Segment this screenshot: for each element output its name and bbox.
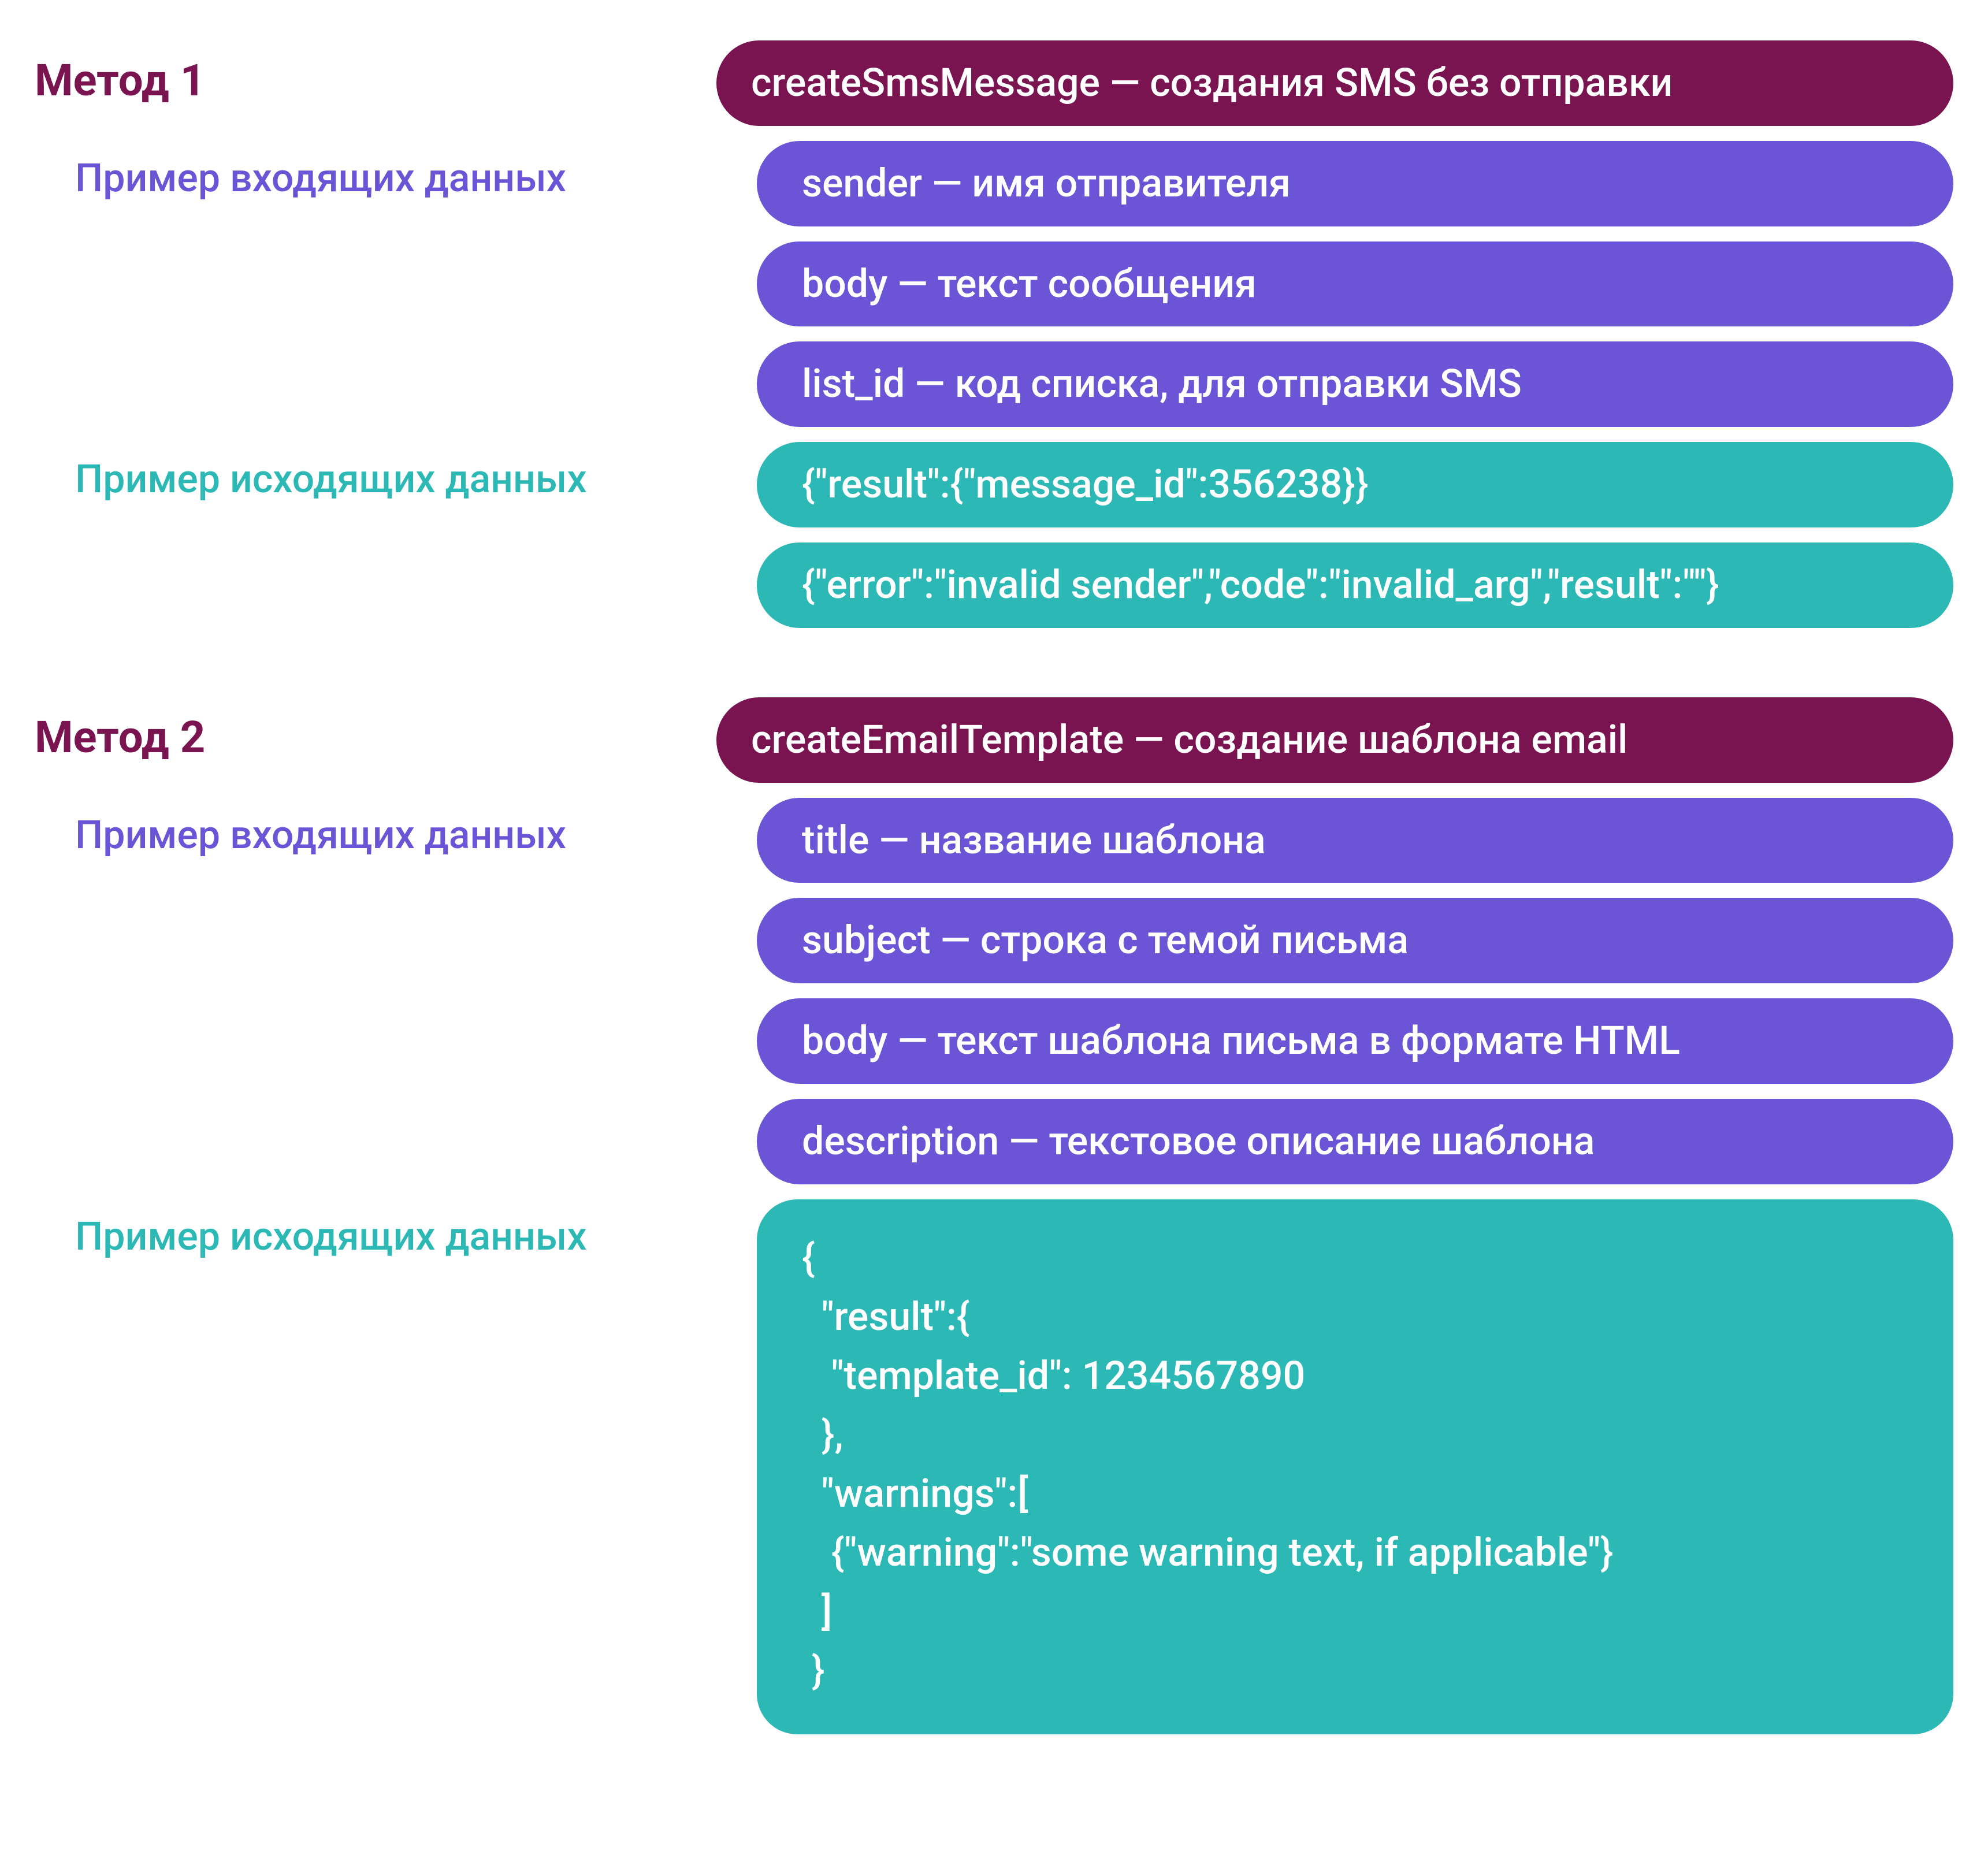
input-param-pill: body — текст сообщения [757,241,1953,327]
method-title-cell: createSmsMessage — создания SMS без отпр… [716,40,1953,126]
method-input-row: Пример входящих данных sender — имя отпр… [35,141,1953,427]
output-label: Пример исходящих данных [35,456,716,502]
output-example-block: { "result":{ "template_id": 1234567890 }… [757,1199,1953,1734]
method-block-1: Метод 1 createSmsMessage — создания SMS … [35,40,1953,628]
input-label: Пример входящих данных [35,812,716,858]
method-block-2: Метод 2 createEmailTemplate — создание ш… [35,697,1953,1734]
input-label: Пример входящих данных [35,155,716,201]
output-label-cell: Пример исходящих данных [35,1199,716,1259]
method-heading-cell: Метод 2 [35,697,716,763]
input-param-pill: subject — строка с темой письма [757,898,1953,983]
output-label-cell: Пример исходящих данных [35,442,716,502]
method-output-row: Пример исходящих данных {"result":{"mess… [35,442,1953,628]
method-output-row: Пример исходящих данных { "result":{ "te… [35,1199,1953,1734]
method-title-pill: createEmailTemplate — создание шаблона e… [716,697,1953,783]
output-pills-cell: {"result":{"message_id":356238}} {"error… [716,442,1953,628]
input-param-pill: body — текст шаблона письма в формате HT… [757,998,1953,1084]
input-param-pill: sender — имя отправителя [757,141,1953,226]
method-title-cell: createEmailTemplate — создание шаблона e… [716,697,1953,783]
input-param-pill: list_id — код списка, для отправки SMS [757,341,1953,427]
method-title-row: Метод 2 createEmailTemplate — создание ш… [35,697,1953,783]
output-label: Пример исходящих данных [35,1213,716,1259]
output-example-pill: {"result":{"message_id":356238}} [757,442,1953,527]
input-param-pill: title — название шаблона [757,798,1953,883]
input-pills-cell: title — название шаблона subject — строк… [716,798,1953,1184]
input-param-pill: description — текстовое описание шаблона [757,1099,1953,1184]
input-label-cell: Пример входящих данных [35,798,716,858]
method-title-pill: createSmsMessage — создания SMS без отпр… [716,40,1953,126]
input-pills-cell: sender — имя отправителя body — текст со… [716,141,1953,427]
method-heading-cell: Метод 1 [35,40,716,106]
method-heading: Метод 1 [35,54,716,106]
output-block-cell: { "result":{ "template_id": 1234567890 }… [716,1199,1953,1734]
input-label-cell: Пример входящих данных [35,141,716,201]
method-title-row: Метод 1 createSmsMessage — создания SMS … [35,40,1953,126]
output-example-pill: {"error":"invalid sender","code":"invali… [757,542,1953,628]
method-heading: Метод 2 [35,711,716,763]
method-input-row: Пример входящих данных title — название … [35,798,1953,1184]
